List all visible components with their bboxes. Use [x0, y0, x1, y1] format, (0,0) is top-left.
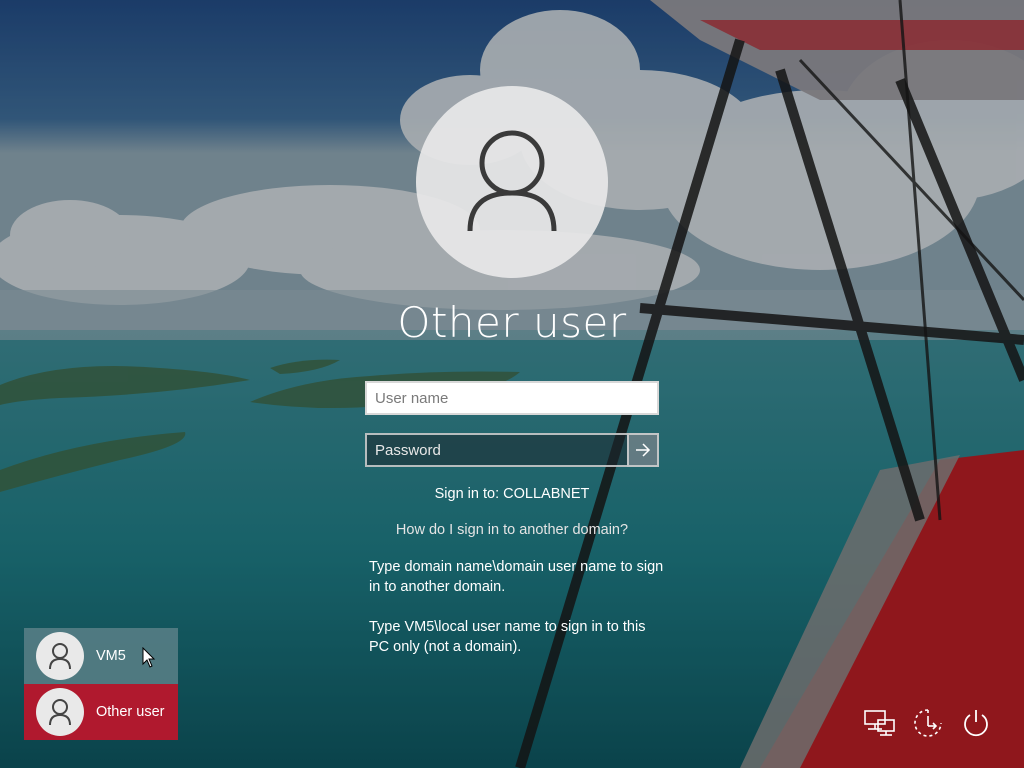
user-tile-label: VM5 [96, 648, 126, 664]
ease-of-access-button[interactable] [910, 705, 946, 741]
network-button[interactable] [862, 705, 898, 741]
user-icon [49, 699, 71, 726]
password-input[interactable] [365, 433, 627, 467]
ease-of-access-icon [914, 709, 942, 737]
help-link[interactable]: How do I sign in to another domain? [312, 522, 712, 538]
sign-in-domain-text: Sign in to: COLLABNET [434, 486, 590, 502]
user-icon [467, 130, 557, 232]
avatar [36, 688, 84, 736]
power-icon [964, 710, 988, 737]
user-tile-label: Other user [96, 704, 165, 720]
mouse-cursor-icon [142, 647, 156, 668]
help-text-local: Type VM5\local user name to sign in to t… [369, 619, 646, 655]
help-text-domain: Type domain name\domain user name to sig… [369, 559, 664, 595]
avatar [36, 632, 84, 680]
page-title: Other user [397, 298, 627, 347]
arrow-right-icon [636, 443, 651, 457]
user-avatar-large [416, 86, 608, 278]
user-icon [49, 643, 71, 670]
username-input[interactable] [365, 381, 659, 415]
submit-button[interactable] [627, 433, 659, 467]
user-tile-other-user[interactable]: Other user [24, 684, 178, 740]
network-icon [864, 710, 895, 736]
lock-screen: Other user Sign in to: COLLABNET How do … [0, 0, 1024, 768]
power-button[interactable] [958, 705, 994, 741]
